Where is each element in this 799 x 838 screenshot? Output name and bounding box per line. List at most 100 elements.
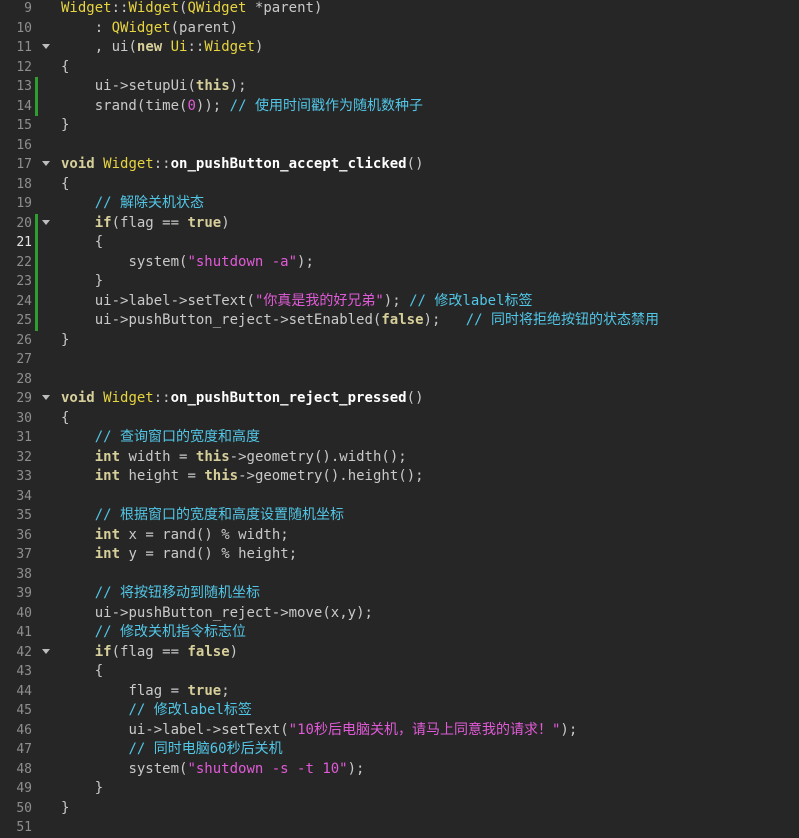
code-line[interactable]: 30 { xyxy=(0,409,799,429)
code-line[interactable]: 12 { xyxy=(0,58,799,78)
code-text: : QWidget(parent) xyxy=(94,19,239,36)
line-number: 36 xyxy=(16,527,32,543)
code-line[interactable]: 43 { xyxy=(0,662,799,682)
code-line[interactable]: 23 } xyxy=(0,272,799,292)
line-number: 50 xyxy=(16,800,32,816)
code-line[interactable]: 42 if(flag == false) xyxy=(0,643,799,663)
code-line[interactable]: 27 xyxy=(0,350,799,370)
code-line[interactable]: 50} xyxy=(0,799,799,819)
code-line[interactable]: 21 { xyxy=(0,233,799,253)
code-text: } xyxy=(61,799,70,816)
line-number: 9 xyxy=(24,1,32,16)
line-number: 27 xyxy=(16,352,32,367)
code-text: { xyxy=(61,409,70,426)
code-line[interactable]: 41 // 修改关机指令标志位 xyxy=(0,623,799,643)
line-number: 33 xyxy=(16,469,32,484)
line-number: 43 xyxy=(16,664,32,679)
code-line[interactable]: 28 xyxy=(0,370,799,390)
code-text: srand(time(0)); // 使用时间戳作为随机数种子 xyxy=(94,97,423,114)
code-line[interactable]: 31 // 查询窗口的宽度和高度 xyxy=(0,428,799,448)
modified-line-marker xyxy=(35,233,38,253)
line-number: 10 xyxy=(16,20,32,36)
code-line[interactable]: 24 ui->label->setText("你真是我的好兄弟"); // 修改… xyxy=(0,291,799,311)
code-text: flag = true; xyxy=(128,682,230,699)
line-number: 42 xyxy=(16,644,32,660)
code-line[interactable]: 39 // 将按钮移动到随机坐标 xyxy=(0,584,799,604)
code-text: int y = rand() % height; xyxy=(94,546,298,562)
chevron-down-icon[interactable] xyxy=(42,44,50,49)
code-line[interactable]: 25 ui->pushButton_reject->setEnabled(fal… xyxy=(0,311,799,331)
modified-line-marker xyxy=(35,311,38,331)
code-line[interactable]: 18 { xyxy=(0,175,799,195)
code-text: { xyxy=(94,663,104,679)
code-line[interactable]: 9 Widget::Widget(QWidget *parent) xyxy=(0,0,799,19)
code-text: // 将按钮移动到随机坐标 xyxy=(94,585,261,601)
code-text: , ui(new Ui::Widget) xyxy=(94,39,264,55)
modified-line-marker xyxy=(35,77,38,97)
code-line[interactable]: 44 flag = true; xyxy=(0,682,799,702)
code-line[interactable]: 16 xyxy=(0,136,799,156)
code-text: { xyxy=(61,175,70,192)
code-text: // 解除关机状态 xyxy=(94,195,205,211)
code-line[interactable]: 38 xyxy=(0,565,799,585)
chevron-down-icon[interactable] xyxy=(42,648,50,654)
line-number: 12 xyxy=(16,59,32,75)
code-text: { xyxy=(94,234,104,250)
line-number: 41 xyxy=(16,625,32,640)
chevron-down-icon[interactable] xyxy=(42,219,50,225)
code-line[interactable]: 15} xyxy=(0,116,799,136)
code-line[interactable]: 13 ui->setupUi(this); xyxy=(0,77,799,97)
line-number: 16 xyxy=(16,137,32,153)
code-line[interactable]: 48 system("shutdown -s -t 10"); xyxy=(0,760,799,780)
line-number: 18 xyxy=(16,176,32,192)
line-number: 30 xyxy=(16,410,32,426)
modified-line-marker xyxy=(35,272,38,292)
code-line[interactable]: 51 xyxy=(0,818,799,838)
code-line[interactable]: 20 if(flag == true) xyxy=(0,213,799,233)
code-line[interactable]: 47 // 同时电脑60秒后关机 xyxy=(0,740,799,760)
code-text: int x = rand() % width; xyxy=(94,526,289,543)
code-line[interactable]: 26} xyxy=(0,331,799,351)
code-text: void Widget::on_pushButton_reject_presse… xyxy=(61,390,424,406)
line-number: 48 xyxy=(16,761,32,777)
line-number: 20 xyxy=(16,215,32,231)
code-text: ui->pushButton_reject->move(x,y); xyxy=(94,604,373,621)
code-line[interactable]: 49 } xyxy=(0,779,799,799)
modified-line-marker xyxy=(35,96,38,116)
line-number: 47 xyxy=(16,742,32,757)
line-number: 34 xyxy=(16,488,32,504)
code-line[interactable]: 32 int width = this->geometry().width(); xyxy=(0,448,799,468)
code-text: ui->pushButton_reject->setEnabled(false)… xyxy=(94,312,659,328)
line-number: 51 xyxy=(16,820,32,835)
line-number: 45 xyxy=(16,703,32,718)
line-number: 32 xyxy=(16,449,32,465)
code-text: int width = this->geometry().width(); xyxy=(94,448,407,465)
code-line[interactable]: 17 void Widget::on_pushButton_accept_clic… xyxy=(0,155,799,175)
code-line[interactable]: 34 xyxy=(0,487,799,507)
chevron-down-icon[interactable] xyxy=(42,161,50,166)
code-line[interactable]: 46 ui->label->setText("10秒后电脑关机，请马上同意我的请… xyxy=(0,721,799,741)
code-line[interactable]: 19 // 解除关机状态 xyxy=(0,194,799,214)
line-number: 11 xyxy=(16,40,32,55)
code-line[interactable]: 22 system("shutdown -a"); xyxy=(0,252,799,272)
code-text: void Widget::on_pushButton_accept_clicke… xyxy=(61,156,424,172)
line-number: 46 xyxy=(16,722,32,738)
code-line[interactable]: 29 void Widget::on_pushButton_reject_pres… xyxy=(0,389,799,409)
line-number: 15 xyxy=(16,118,32,133)
code-text: int height = this->geometry().height(); xyxy=(94,468,424,484)
code-line[interactable]: 35 // 根据窗口的宽度和高度设置随机坐标 xyxy=(0,506,799,526)
code-line[interactable]: 45 // 修改label标签 xyxy=(0,701,799,721)
code-line[interactable]: 37 int y = rand() % height; xyxy=(0,545,799,565)
chevron-down-icon[interactable] xyxy=(42,395,50,400)
code-line[interactable]: 11 , ui(new Ui::Widget) xyxy=(0,38,799,58)
code-text: } xyxy=(94,273,104,289)
line-number: 21 xyxy=(16,235,32,250)
code-text: } xyxy=(61,117,70,133)
code-text: } xyxy=(94,780,104,796)
code-line[interactable]: 40 ui->pushButton_reject->move(x,y); xyxy=(0,604,799,624)
code-line[interactable]: 36 int x = rand() % width; xyxy=(0,526,799,546)
code-line[interactable]: 33 int height = this->geometry().height(… xyxy=(0,467,799,487)
code-line[interactable]: 14 srand(time(0)); // 使用时间戳作为随机数种子 xyxy=(0,96,799,116)
code-line[interactable]: 10 : QWidget(parent) xyxy=(0,19,799,39)
code-editor[interactable]: 9 Widget::Widget(QWidget *parent) 10 : QWi… xyxy=(0,0,799,835)
